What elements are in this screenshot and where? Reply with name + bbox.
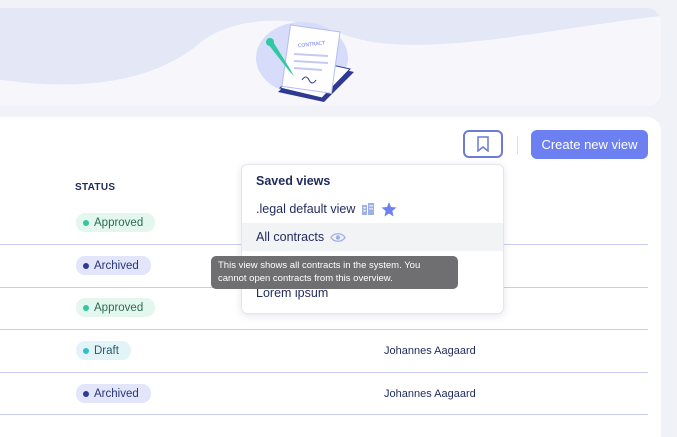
contract-illustration: CONTRACT <box>250 14 360 111</box>
saved-view-label: .legal default view <box>256 202 356 216</box>
saved-views-button[interactable] <box>463 130 503 158</box>
status-text: Draft <box>94 344 119 357</box>
owner-name: Johannes Aagaard <box>384 345 476 357</box>
status-badge: Draft <box>76 341 131 360</box>
contract-signing-illustration-icon: CONTRACT <box>256 22 354 102</box>
status-column-header[interactable]: STATUS <box>75 182 115 193</box>
status-badge: Archived <box>76 256 151 275</box>
star-icon[interactable] <box>381 201 397 217</box>
saved-views-title: Saved views <box>256 174 331 188</box>
saved-views-dropdown: Saved views .legal default view All cont… <box>241 164 504 314</box>
status-badge: Approved <box>76 213 156 232</box>
saved-view-legal-default[interactable]: .legal default view <box>242 195 503 223</box>
saved-view-all-contracts[interactable]: All contracts <box>242 223 503 251</box>
create-new-view-button[interactable]: Create new view <box>531 130 648 159</box>
row-divider <box>0 329 648 330</box>
owner-name: Johannes Aagaard <box>384 388 476 400</box>
saved-view-label: All contracts <box>256 230 325 244</box>
status-badge: Approved <box>76 298 156 317</box>
status-text: Approved <box>94 301 144 314</box>
row-divider <box>0 414 648 415</box>
status-badge: Archived <box>76 384 151 403</box>
view-info-tooltip: This view shows all contracts in the sys… <box>211 256 458 289</box>
status-dot <box>83 262 89 269</box>
status-dot <box>83 219 89 226</box>
status-dot <box>83 304 89 311</box>
status-dot <box>83 347 89 354</box>
eye-icon <box>330 232 346 243</box>
row-divider <box>0 372 648 373</box>
status-text: Archived <box>94 387 139 400</box>
building-icon <box>361 202 375 216</box>
toolbar-divider <box>517 136 518 154</box>
status-text: Approved <box>94 216 144 229</box>
status-text: Archived <box>94 259 139 272</box>
bookmark-icon <box>477 136 489 152</box>
status-dot <box>83 390 89 397</box>
